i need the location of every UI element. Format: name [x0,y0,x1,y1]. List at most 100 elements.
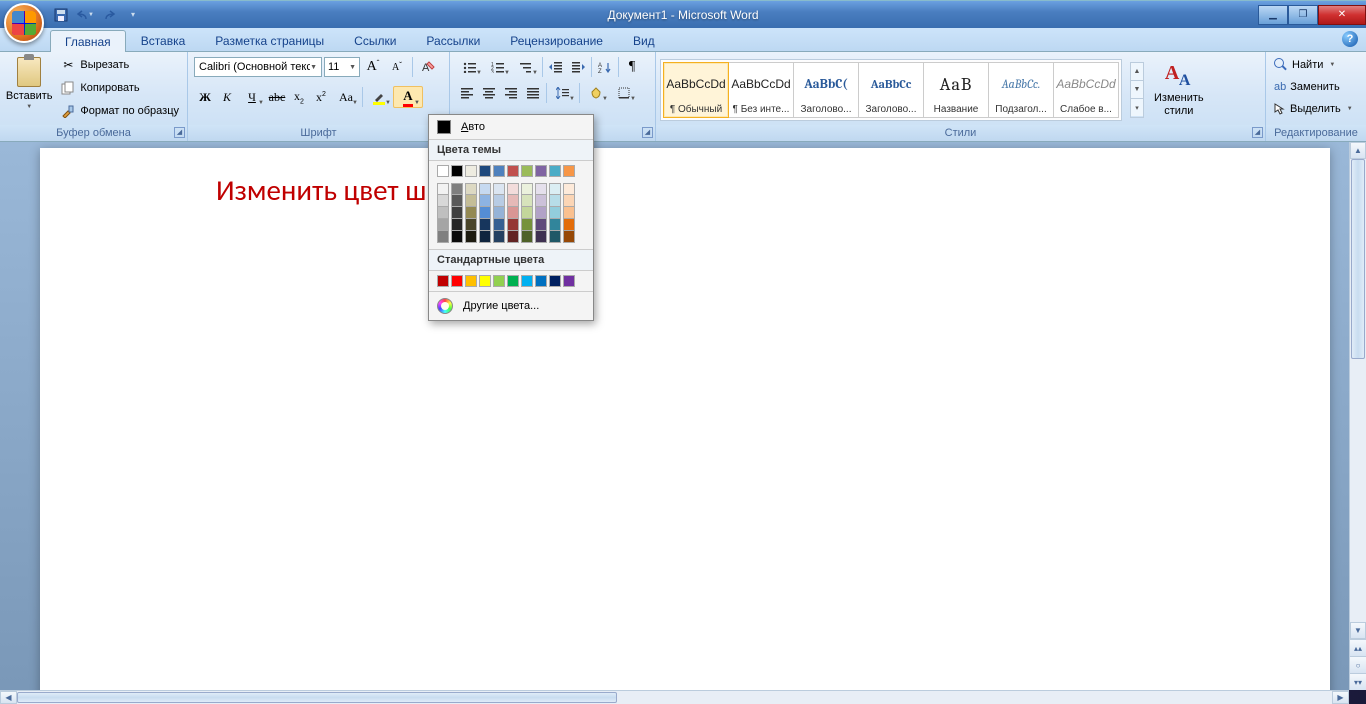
color-swatch[interactable] [521,231,533,243]
highlight-button[interactable]: ▼ [365,86,393,108]
color-swatch[interactable] [535,275,547,287]
color-swatch[interactable] [535,219,547,231]
qat-customize-icon[interactable]: ▾ [124,6,142,24]
tab-review[interactable]: Рецензирование [495,29,618,51]
tab-references[interactable]: Ссылки [339,29,411,51]
color-swatch[interactable] [549,183,561,195]
color-swatch[interactable] [521,275,533,287]
color-swatch[interactable] [521,207,533,219]
paragraph-launcher[interactable]: ◢ [642,127,653,138]
paste-button[interactable]: Вставить ▼ [4,54,54,112]
change-styles-button[interactable]: AA Изменить стили [1150,60,1208,118]
style-item[interactable]: AaBbCcDdСлабое в... [1053,62,1119,118]
color-swatch[interactable] [451,275,463,287]
color-swatch[interactable] [493,231,505,243]
hscroll-left-button[interactable]: ◀ [0,691,17,704]
color-swatch[interactable] [437,219,449,231]
align-left-button[interactable] [456,82,478,104]
color-swatch[interactable] [507,165,519,177]
color-swatch[interactable] [479,219,491,231]
color-swatch[interactable] [521,219,533,231]
scroll-thumb[interactable] [1351,159,1365,359]
color-swatch[interactable] [549,219,561,231]
styles-scroll-down[interactable]: ▼ [1131,81,1143,99]
align-right-button[interactable] [500,82,522,104]
color-swatch[interactable] [549,275,561,287]
format-painter-button[interactable]: Формат по образцу [56,100,183,122]
hscroll-track[interactable] [17,691,1332,704]
scroll-up-button[interactable]: ▲ [1350,142,1366,159]
styles-scroll-up[interactable]: ▲ [1131,63,1143,81]
decrease-indent-button[interactable] [545,56,567,78]
bold-button[interactable]: Ж [194,86,216,108]
browse-next-button[interactable]: ▾▾ [1350,673,1366,690]
color-swatch[interactable] [465,231,477,243]
minimize-button[interactable]: ▁ [1258,5,1288,25]
color-swatch[interactable] [535,183,547,195]
document-text[interactable]: Изменить цвет шри [216,172,457,208]
browse-prev-button[interactable]: ▴▴ [1350,639,1366,656]
color-swatch[interactable] [507,183,519,195]
color-swatch[interactable] [549,195,561,207]
maximize-button[interactable]: ❐ [1288,5,1318,25]
color-swatch[interactable] [437,183,449,195]
cut-button[interactable]: ✂Вырезать [56,54,183,76]
style-item[interactable]: AaBbCc.Подзагол... [988,62,1054,118]
hscroll-thumb[interactable] [17,692,617,703]
color-swatch[interactable] [563,207,575,219]
bullets-button[interactable]: ▼ [456,56,484,78]
color-swatch[interactable] [437,195,449,207]
color-swatch[interactable] [549,207,561,219]
clear-formatting-button[interactable]: A [417,56,439,78]
save-icon[interactable] [52,6,70,24]
color-swatch[interactable] [479,195,491,207]
help-button[interactable]: ? [1342,31,1358,47]
copy-button[interactable]: Копировать [56,77,183,99]
style-item[interactable]: AaBbC(Заголово... [793,62,859,118]
style-item[interactable]: AaBНазвание [923,62,989,118]
increase-indent-button[interactable] [567,56,589,78]
page[interactable]: Изменить цвет шри [40,148,1330,690]
color-swatch[interactable] [465,207,477,219]
color-swatch[interactable] [493,183,505,195]
color-swatch[interactable] [479,207,491,219]
find-button[interactable]: Найти▼ [1270,54,1357,76]
browse-object-button[interactable]: ○ [1350,656,1366,673]
change-case-button[interactable]: Aa▼ [332,86,360,108]
color-swatch[interactable] [479,275,491,287]
font-size-combo[interactable]: 11▼ [324,57,360,77]
line-spacing-button[interactable]: ▼ [549,82,577,104]
page-viewport[interactable]: Изменить цвет шри [0,142,1349,690]
color-swatch[interactable] [563,183,575,195]
color-swatch[interactable] [563,195,575,207]
redo-icon[interactable] [100,6,118,24]
color-swatch[interactable] [549,231,561,243]
color-swatch[interactable] [535,165,547,177]
color-swatch[interactable] [493,219,505,231]
color-swatch[interactable] [465,275,477,287]
color-swatch[interactable] [535,195,547,207]
styles-expand[interactable]: ▾ [1131,99,1143,116]
multilevel-list-button[interactable]: ▼ [512,56,540,78]
italic-button[interactable]: К [216,86,238,108]
color-swatch[interactable] [437,165,449,177]
sort-button[interactable]: AZ [594,56,616,78]
color-swatch[interactable] [437,231,449,243]
tab-home[interactable]: Главная [50,30,126,52]
numbering-button[interactable]: 123▼ [484,56,512,78]
color-auto-item[interactable]: Авто [429,115,593,139]
color-swatch[interactable] [437,275,449,287]
color-swatch[interactable] [507,195,519,207]
color-swatch[interactable] [507,231,519,243]
color-swatch[interactable] [465,195,477,207]
align-center-button[interactable] [478,82,500,104]
color-swatch[interactable] [563,165,575,177]
color-swatch[interactable] [465,183,477,195]
tab-layout[interactable]: Разметка страницы [200,29,339,51]
style-item[interactable]: AaBbCcЗаголово... [858,62,924,118]
shrink-font-button[interactable]: Aˇ [386,56,408,78]
color-swatch[interactable] [465,165,477,177]
grow-font-button[interactable]: Aˆ [362,56,384,78]
justify-button[interactable] [522,82,544,104]
styles-launcher[interactable]: ◢ [1252,127,1263,138]
